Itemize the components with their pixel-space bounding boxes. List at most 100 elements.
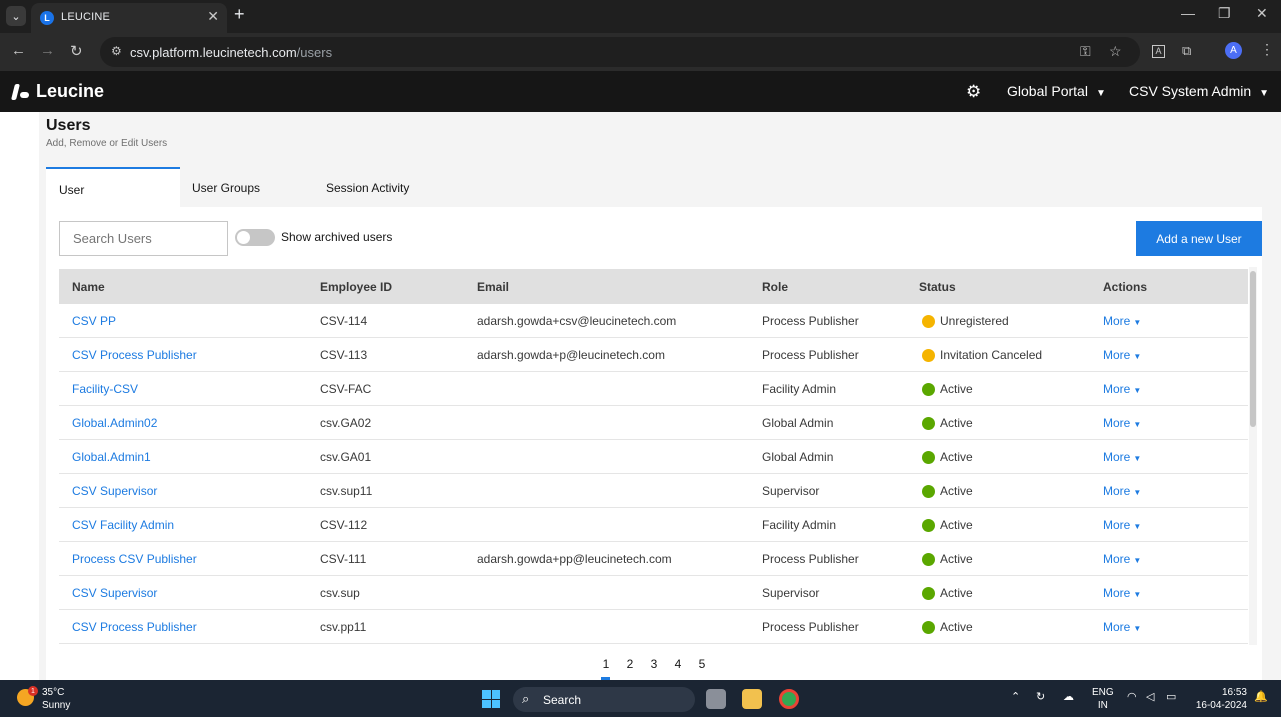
- tab-search-icon[interactable]: ⌄: [6, 6, 26, 26]
- page-3[interactable]: 3: [648, 657, 660, 679]
- taskbar-search[interactable]: ⌕ Search: [513, 687, 695, 712]
- caret-down-icon: ▼: [1133, 556, 1142, 565]
- search-icon: ⌕: [522, 691, 530, 706]
- address-bar[interactable]: ⚙ csv.platform.leucinetech.com/users ⚿ ☆: [100, 37, 1140, 67]
- user-name-link[interactable]: CSV Process Publisher: [72, 348, 197, 362]
- back-icon[interactable]: ←: [11, 42, 26, 59]
- table-header: Name Employee ID Email Role Status Actio…: [59, 269, 1248, 304]
- employee-id: CSV-113: [320, 348, 368, 362]
- employee-id: csv.pp11: [320, 620, 367, 634]
- add-user-button[interactable]: Add a new User: [1136, 221, 1262, 256]
- reload-icon[interactable]: ↻: [70, 42, 83, 60]
- user-name-link[interactable]: Global.Admin02: [72, 416, 157, 430]
- scrollbar-thumb[interactable]: [1250, 271, 1256, 427]
- more-actions-button[interactable]: More ▼: [1103, 620, 1141, 634]
- users-page: Users Add, Remove or Edit Users User Use…: [0, 112, 1281, 680]
- close-tab-icon[interactable]: ✕: [207, 8, 219, 25]
- browser-tab[interactable]: L LEUCINE ✕: [31, 3, 227, 33]
- forward-icon[interactable]: →: [40, 42, 55, 59]
- notification-bell-icon[interactable]: 🔔: [1254, 690, 1268, 703]
- gear-icon[interactable]: ⚙: [966, 82, 981, 102]
- user-name-link[interactable]: Global.Admin1: [72, 450, 151, 464]
- site-info-icon[interactable]: ⚙: [111, 44, 122, 58]
- more-actions-button[interactable]: More ▼: [1103, 586, 1141, 600]
- col-employee-id[interactable]: Employee ID: [320, 280, 392, 294]
- more-actions-button[interactable]: More ▼: [1103, 484, 1141, 498]
- user-name-link[interactable]: CSV Supervisor: [72, 586, 157, 600]
- maximize-icon[interactable]: ❐: [1218, 5, 1231, 22]
- task-view-icon[interactable]: [706, 689, 726, 709]
- portal-selector[interactable]: Global Portal ▼: [1007, 83, 1106, 99]
- page-5[interactable]: 5: [696, 657, 708, 679]
- user-role: Process Publisher: [762, 348, 859, 362]
- status-badge: Active: [922, 416, 973, 430]
- puzzle-icon[interactable]: ⧉: [1182, 43, 1191, 59]
- extension-icon[interactable]: A: [1152, 45, 1165, 58]
- more-actions-button[interactable]: More ▼: [1103, 314, 1141, 328]
- user-name-link[interactable]: CSV Process Publisher: [72, 620, 197, 634]
- user-email: adarsh.gowda+p@leucinetech.com: [477, 348, 665, 362]
- clock[interactable]: 16:53 16-04-2024: [1193, 686, 1247, 712]
- new-tab-icon[interactable]: +: [234, 4, 245, 25]
- volume-icon[interactable]: ◁: [1146, 690, 1154, 703]
- weather-condition[interactable]: Sunny: [42, 700, 70, 711]
- col-role[interactable]: Role: [762, 280, 788, 294]
- sync-icon[interactable]: ↻: [1036, 690, 1045, 703]
- more-actions-button[interactable]: More ▼: [1103, 416, 1141, 430]
- bookmark-star-icon[interactable]: ☆: [1109, 43, 1122, 60]
- logo[interactable]: Leucine: [11, 81, 104, 102]
- tab-user[interactable]: User: [46, 167, 180, 207]
- minimize-icon[interactable]: —: [1181, 5, 1195, 21]
- password-key-icon[interactable]: ⚿: [1080, 43, 1091, 60]
- status-badge: Invitation Canceled: [922, 348, 1042, 362]
- status-dot-icon: [922, 484, 935, 498]
- windows-start-icon[interactable]: [482, 690, 500, 708]
- table-row: CSV Process Publisher csv.pp11 Process Pub…: [59, 610, 1248, 644]
- more-actions-button[interactable]: More ▼: [1103, 382, 1141, 396]
- user-name-link[interactable]: Facility-CSV: [72, 382, 138, 396]
- user-name-link[interactable]: Process CSV Publisher: [72, 552, 197, 566]
- weather-temp[interactable]: 35°C: [42, 687, 64, 698]
- battery-icon[interactable]: ▭: [1166, 690, 1176, 703]
- col-status[interactable]: Status: [919, 280, 956, 294]
- status-label: Invitation Canceled: [940, 348, 1043, 362]
- user-name-link[interactable]: CSV Facility Admin: [72, 518, 174, 532]
- browser-menu-icon[interactable]: ⋮: [1260, 41, 1274, 58]
- wifi-icon[interactable]: ◠: [1127, 690, 1137, 703]
- tab-session-activity[interactable]: Session Activity: [326, 167, 446, 207]
- search-input[interactable]: [59, 221, 228, 256]
- status-dot-icon: [922, 586, 935, 600]
- status-badge: Active: [922, 518, 973, 532]
- more-actions-button[interactable]: More ▼: [1103, 552, 1141, 566]
- user-name-link[interactable]: CSV Supervisor: [72, 484, 157, 498]
- page-4[interactable]: 4: [672, 657, 684, 679]
- status-dot-icon: [922, 518, 935, 532]
- archived-toggle[interactable]: [235, 229, 275, 246]
- avatar[interactable]: A: [1225, 42, 1242, 59]
- col-name[interactable]: Name: [72, 280, 105, 294]
- chrome-icon[interactable]: [779, 689, 799, 709]
- col-actions: Actions: [1103, 280, 1148, 294]
- caret-down-icon: ▼: [1133, 624, 1142, 633]
- tab-user-groups[interactable]: User Groups: [192, 167, 302, 207]
- more-actions-button[interactable]: More ▼: [1103, 518, 1141, 532]
- col-email[interactable]: Email: [477, 280, 509, 294]
- table-row: Process CSV Publisher CSV-111 adarsh.gowda…: [59, 542, 1248, 576]
- page-subtitle: Add, Remove or Edit Users: [46, 138, 168, 149]
- table-row: Global.Admin1 csv.GA01 Global Admin Active M…: [59, 440, 1248, 474]
- user-menu[interactable]: CSV System Admin ▼: [1129, 83, 1269, 99]
- page-2[interactable]: 2: [624, 657, 636, 679]
- page-1[interactable]: 1: [600, 657, 612, 680]
- pagination: 1 2 3 4 5: [600, 657, 708, 680]
- status-label: Active: [940, 586, 973, 600]
- more-label: More: [1103, 416, 1131, 430]
- status-badge: Unregistered: [922, 314, 1009, 328]
- cloud-icon[interactable]: ☁: [1063, 690, 1074, 703]
- language-indicator[interactable]: ENG IN: [1092, 686, 1114, 712]
- file-explorer-icon[interactable]: [742, 689, 762, 709]
- more-actions-button[interactable]: More ▼: [1103, 450, 1141, 464]
- user-name-link[interactable]: CSV PP: [72, 314, 116, 328]
- close-window-icon[interactable]: ✕: [1256, 5, 1268, 22]
- tray-expand-icon[interactable]: ⌃: [1011, 690, 1020, 703]
- more-actions-button[interactable]: More ▼: [1103, 348, 1141, 362]
